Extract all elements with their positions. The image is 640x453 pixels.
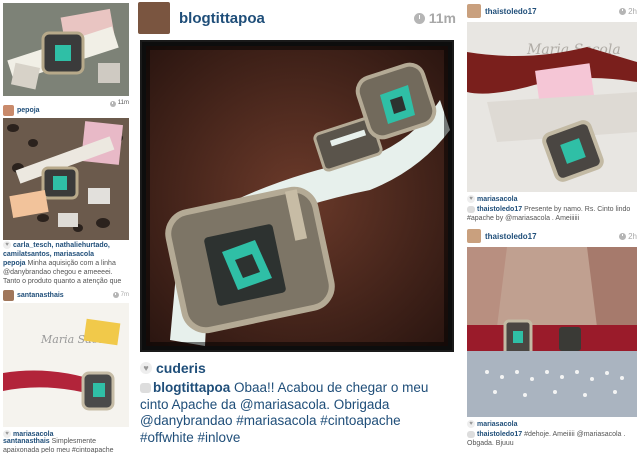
center-post-photo[interactable] (140, 40, 454, 352)
comment-icon (140, 383, 151, 394)
right-post1-likes: ♥ mariasacola (467, 195, 637, 204)
red-belt-photo-image: Maria Sacola (3, 303, 129, 427)
clock-icon (112, 292, 119, 298)
leopard-belt-photo-image (3, 118, 129, 240)
left-post3-photo[interactable]: Maria Sacola (3, 303, 129, 427)
center-post-comment: blogtittapoa Obaa!! Acabou de chegar o m… (140, 380, 429, 445)
right-post1-time: 2h (619, 7, 637, 16)
left-post2-header: pepoja (3, 103, 129, 117)
comment-icon (467, 430, 475, 438)
left-post3-comment: santanasthais Simplesmente apaixonada pe… (3, 438, 114, 453)
left-post1-photo[interactable] (3, 3, 129, 96)
center-post-likes: ♥ cuderis (140, 360, 206, 376)
avatar[interactable] (3, 104, 14, 116)
clock-icon (619, 7, 627, 15)
heart-icon: ♥ (467, 195, 475, 204)
left-post3-username[interactable]: santanasthais (17, 292, 64, 299)
studded-belt-photo-image (467, 247, 637, 417)
brown-belt-photo-image: Maria Sacola (467, 22, 637, 192)
left-post2-comment: pepoja Minha aquisição com a linha @dany… (3, 260, 122, 285)
right-post2-header: thaistoledo17 2h (467, 227, 637, 245)
center-post-header: blogtittapoa 11m (138, 0, 456, 36)
right-post2-likes: ♥ mariasacola (467, 420, 637, 429)
heart-icon: ♥ (467, 420, 475, 429)
left-post2-likes: ♥ carla_tesch, nathaliehurtado, camilatsa… (3, 241, 110, 258)
right-post1-comment: thaistoledo17 Presente by namo. Rs. Cint… (467, 205, 631, 222)
right-post1-photo[interactable]: Maria Sacola (467, 22, 637, 192)
left-post3-time: 7m (112, 292, 129, 298)
avatar[interactable] (467, 4, 481, 18)
clock-icon (413, 12, 425, 24)
avatar[interactable] (138, 2, 170, 34)
left-post2-photo[interactable] (3, 118, 129, 240)
center-column: blogtittapoa 11m ♥ cuderis blogtittapoa … (134, 0, 460, 452)
avatar[interactable] (3, 289, 14, 301)
center-post-username[interactable]: blogtittapoa (179, 10, 265, 27)
right-post1-username[interactable]: thaistoledo17 (485, 7, 537, 16)
apache-belt-photo-image (142, 42, 452, 350)
left-post2-username[interactable]: pepoja (17, 107, 40, 114)
heart-icon: ♥ (3, 241, 11, 250)
right-post2-photo[interactable] (467, 247, 637, 417)
belt-photo-image (3, 3, 129, 96)
right-post2-comment: thaistoledo17 #dehoje. Ameiiiii @mariasa… (467, 430, 626, 447)
right-post1-header: thaistoledo17 2h (467, 2, 637, 20)
right-post2-username[interactable]: thaistoledo17 (485, 232, 537, 241)
left-post3-header: santanasthais 7m (3, 288, 129, 302)
clock-icon (619, 232, 627, 240)
avatar[interactable] (467, 229, 481, 243)
comment-icon (467, 205, 475, 213)
heart-icon: ♥ (140, 362, 152, 374)
right-post2-time: 2h (619, 232, 637, 241)
center-post-time: 11m (413, 10, 456, 26)
